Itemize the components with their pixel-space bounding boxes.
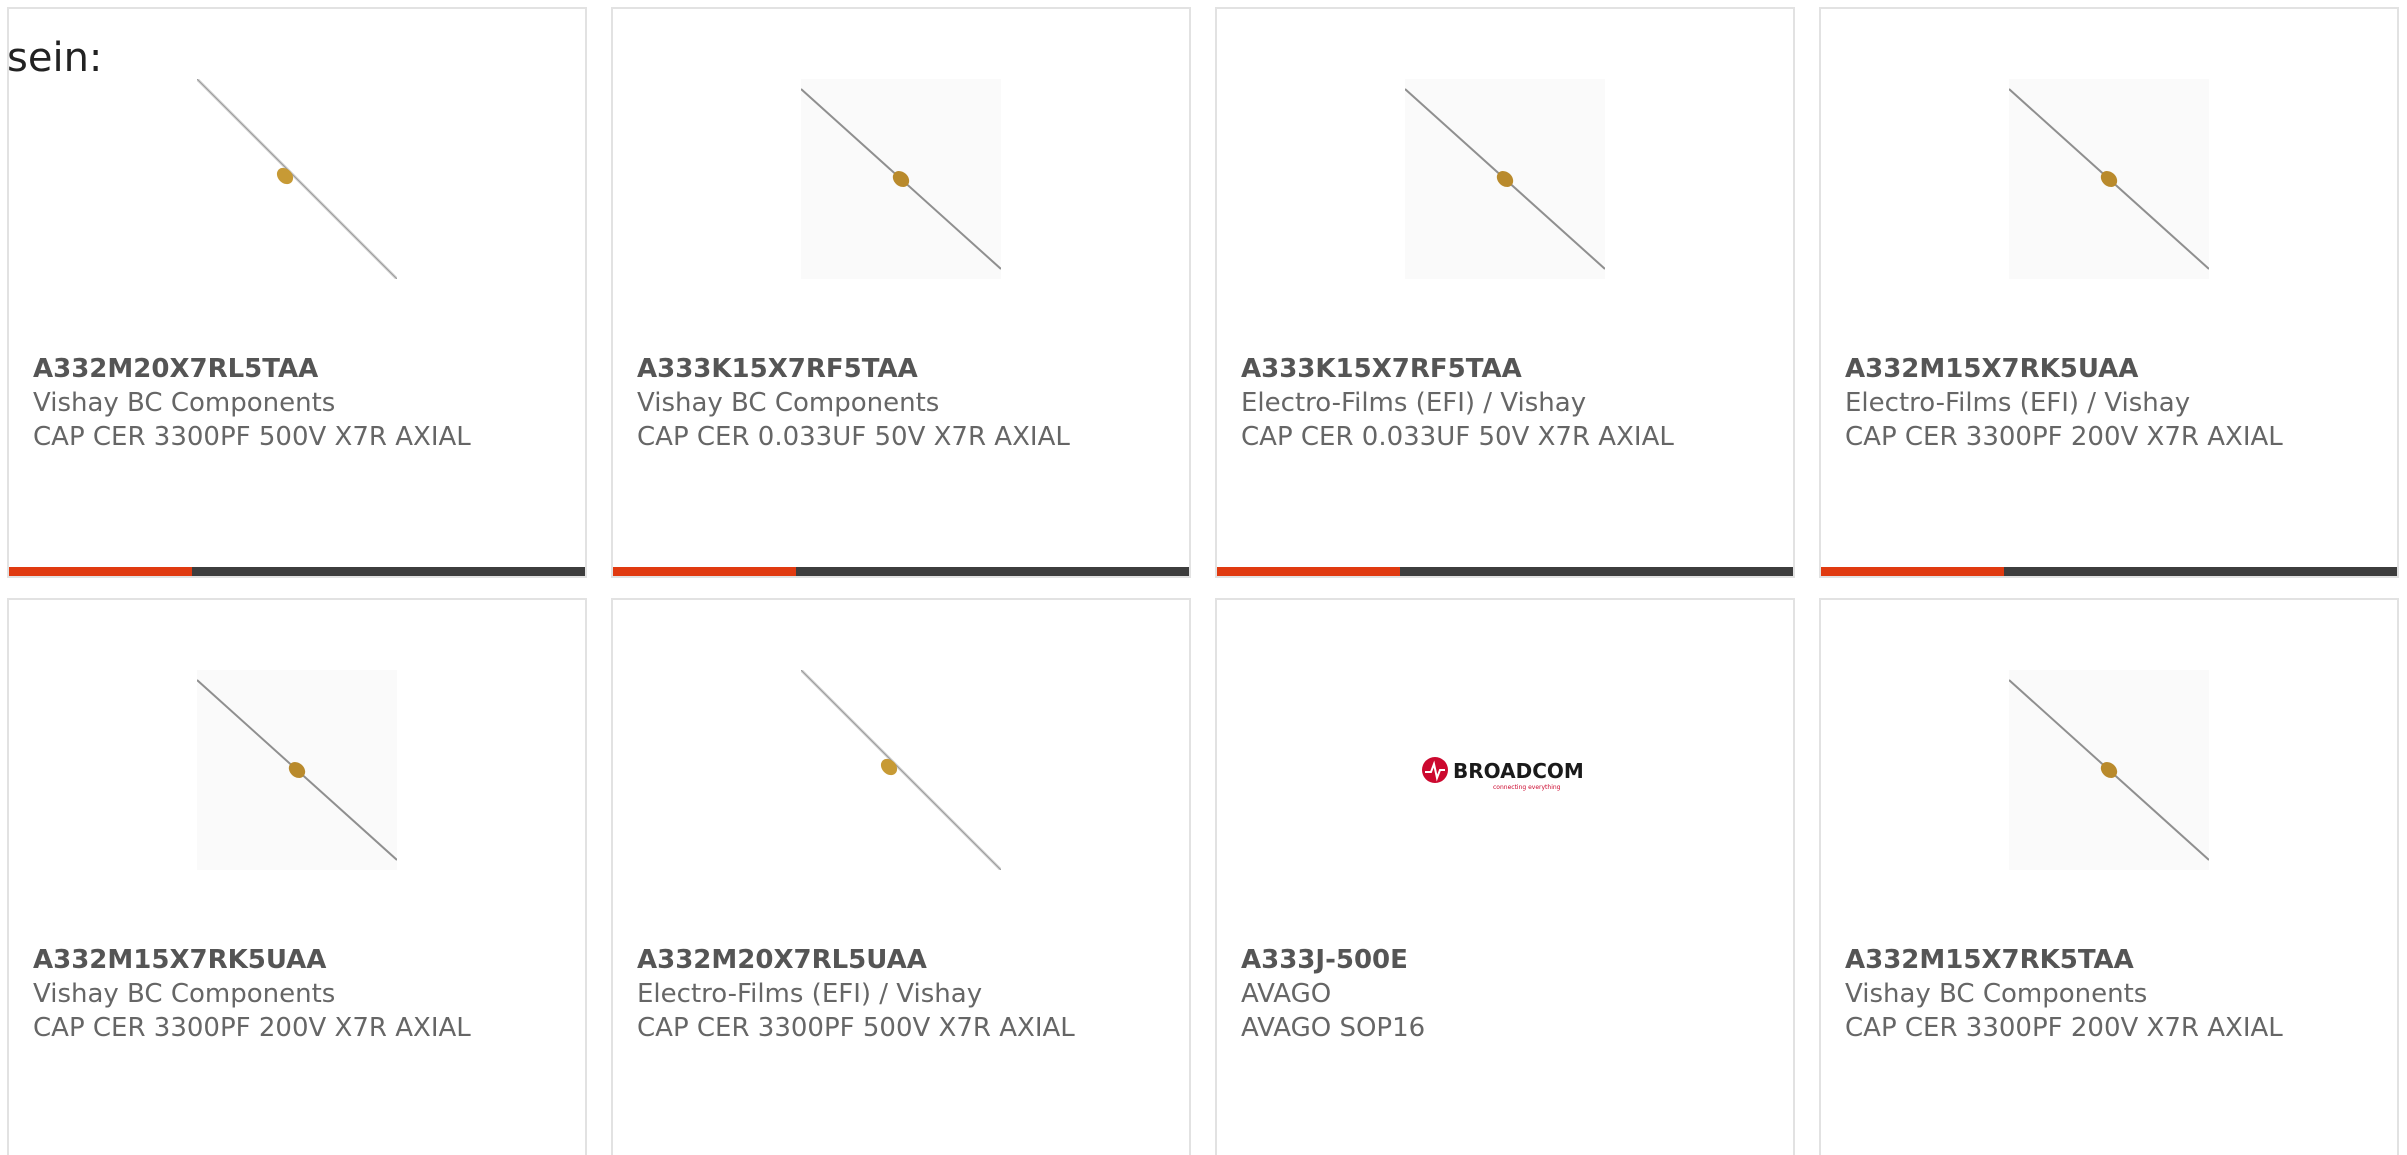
manufacturer: Electro-Films (EFI) / Vishay — [637, 979, 983, 1009]
product-image[interactable] — [2009, 670, 2209, 870]
product-image[interactable] — [197, 670, 397, 870]
axial-capacitor-icon — [197, 670, 397, 870]
product-image[interactable] — [801, 670, 1001, 870]
product-description: CAP CER 3300PF 200V X7R AXIAL — [1845, 1013, 2283, 1043]
product-description: CAP CER 0.033UF 50V X7R AXIAL — [1241, 422, 1674, 452]
card-footer-bar — [9, 567, 585, 576]
product-info: A333K15X7RF5TAA Electro-Films (EFI) / Vi… — [1241, 352, 1781, 454]
axial-capacitor-icon — [2009, 79, 2209, 279]
product-image[interactable] — [801, 79, 1001, 279]
card-accent-bar — [1217, 567, 1400, 576]
product-card[interactable]: A333K15X7RF5TAA Electro-Films (EFI) / Vi… — [1215, 7, 1795, 578]
product-grid: A332M20X7RL5TAA Vishay BC Components CAP… — [7, 7, 2400, 1155]
product-description: CAP CER 3300PF 200V X7R AXIAL — [1845, 422, 2283, 452]
manufacturer: AVAGO — [1241, 979, 1332, 1009]
product-info: A332M15X7RK5TAA Vishay BC Components CAP… — [1845, 943, 2385, 1045]
product-info: A332M20X7RL5TAA Vishay BC Components CAP… — [33, 352, 573, 454]
axial-capacitor-icon — [1405, 79, 1605, 279]
manufacturer: Vishay BC Components — [33, 388, 336, 418]
product-description: CAP CER 3300PF 500V X7R AXIAL — [33, 422, 471, 452]
product-image[interactable] — [2009, 79, 2209, 279]
product-card[interactable]: A332M15X7RK5UAA Vishay BC Components CAP… — [7, 598, 587, 1155]
part-number[interactable]: A333J-500E — [1241, 943, 1781, 977]
manufacturer: Vishay BC Components — [1845, 979, 2148, 1009]
intro-text: sein: — [7, 35, 103, 81]
product-image[interactable] — [197, 79, 397, 279]
product-description: CAP CER 3300PF 200V X7R AXIAL — [33, 1013, 471, 1043]
manufacturer: Vishay BC Components — [637, 388, 940, 418]
card-accent-bar — [1821, 567, 2004, 576]
product-image[interactable]: BROADCOM connecting everything — [1405, 670, 1605, 870]
part-number[interactable]: A332M15X7RK5UAA — [33, 943, 573, 977]
product-info: A332M20X7RL5UAA Electro-Films (EFI) / Vi… — [637, 943, 1177, 1045]
axial-capacitor-icon — [2009, 670, 2209, 870]
product-description: AVAGO SOP16 — [1241, 1013, 1426, 1043]
part-number[interactable]: A332M20X7RL5UAA — [637, 943, 1177, 977]
svg-text:connecting everything: connecting everything — [1493, 784, 1561, 791]
axial-capacitor-icon — [801, 670, 1001, 870]
part-number[interactable]: A332M15X7RK5TAA — [1845, 943, 2385, 977]
card-accent-bar — [613, 567, 796, 576]
manufacturer: Electro-Films (EFI) / Vishay — [1241, 388, 1587, 418]
product-card[interactable]: A333K15X7RF5TAA Vishay BC Components CAP… — [611, 7, 1191, 578]
card-footer-bar — [613, 567, 1189, 576]
part-number[interactable]: A333K15X7RF5TAA — [637, 352, 1177, 386]
product-info: A332M15X7RK5UAA Electro-Films (EFI) / Vi… — [1845, 352, 2385, 454]
product-card[interactable]: A332M20X7RL5TAA Vishay BC Components CAP… — [7, 7, 587, 578]
card-footer-bar — [1217, 567, 1793, 576]
product-card[interactable]: A332M15X7RK5TAA Vishay BC Components CAP… — [1819, 598, 2399, 1155]
product-grid-page: sein: A332M20X7RL5TAA Vishay BC Componen… — [0, 0, 2407, 1155]
product-card[interactable]: A332M20X7RL5UAA Electro-Films (EFI) / Vi… — [611, 598, 1191, 1155]
product-image[interactable] — [1405, 79, 1605, 279]
manufacturer: Vishay BC Components — [33, 979, 336, 1009]
product-card[interactable]: A332M15X7RK5UAA Electro-Films (EFI) / Vi… — [1819, 7, 2399, 578]
product-description: CAP CER 0.033UF 50V X7R AXIAL — [637, 422, 1070, 452]
product-info: A333K15X7RF5TAA Vishay BC Components CAP… — [637, 352, 1177, 454]
axial-capacitor-icon — [197, 79, 397, 279]
part-number[interactable]: A333K15X7RF5TAA — [1241, 352, 1781, 386]
product-info: A332M15X7RK5UAA Vishay BC Components CAP… — [33, 943, 573, 1045]
broadcom-logo: BROADCOM connecting everything — [1422, 757, 1584, 791]
product-info: A333J-500E AVAGO AVAGO SOP16 — [1241, 943, 1781, 1045]
manufacturer: Electro-Films (EFI) / Vishay — [1845, 388, 2191, 418]
svg-text:BROADCOM: BROADCOM — [1453, 759, 1584, 783]
part-number[interactable]: A332M15X7RK5UAA — [1845, 352, 2385, 386]
axial-capacitor-icon — [801, 79, 1001, 279]
product-card[interactable]: BROADCOM connecting everything A333J-500… — [1215, 598, 1795, 1155]
card-footer-bar — [1821, 567, 2397, 576]
product-description: CAP CER 3300PF 500V X7R AXIAL — [637, 1013, 1075, 1043]
part-number[interactable]: A332M20X7RL5TAA — [33, 352, 573, 386]
card-accent-bar — [9, 567, 192, 576]
